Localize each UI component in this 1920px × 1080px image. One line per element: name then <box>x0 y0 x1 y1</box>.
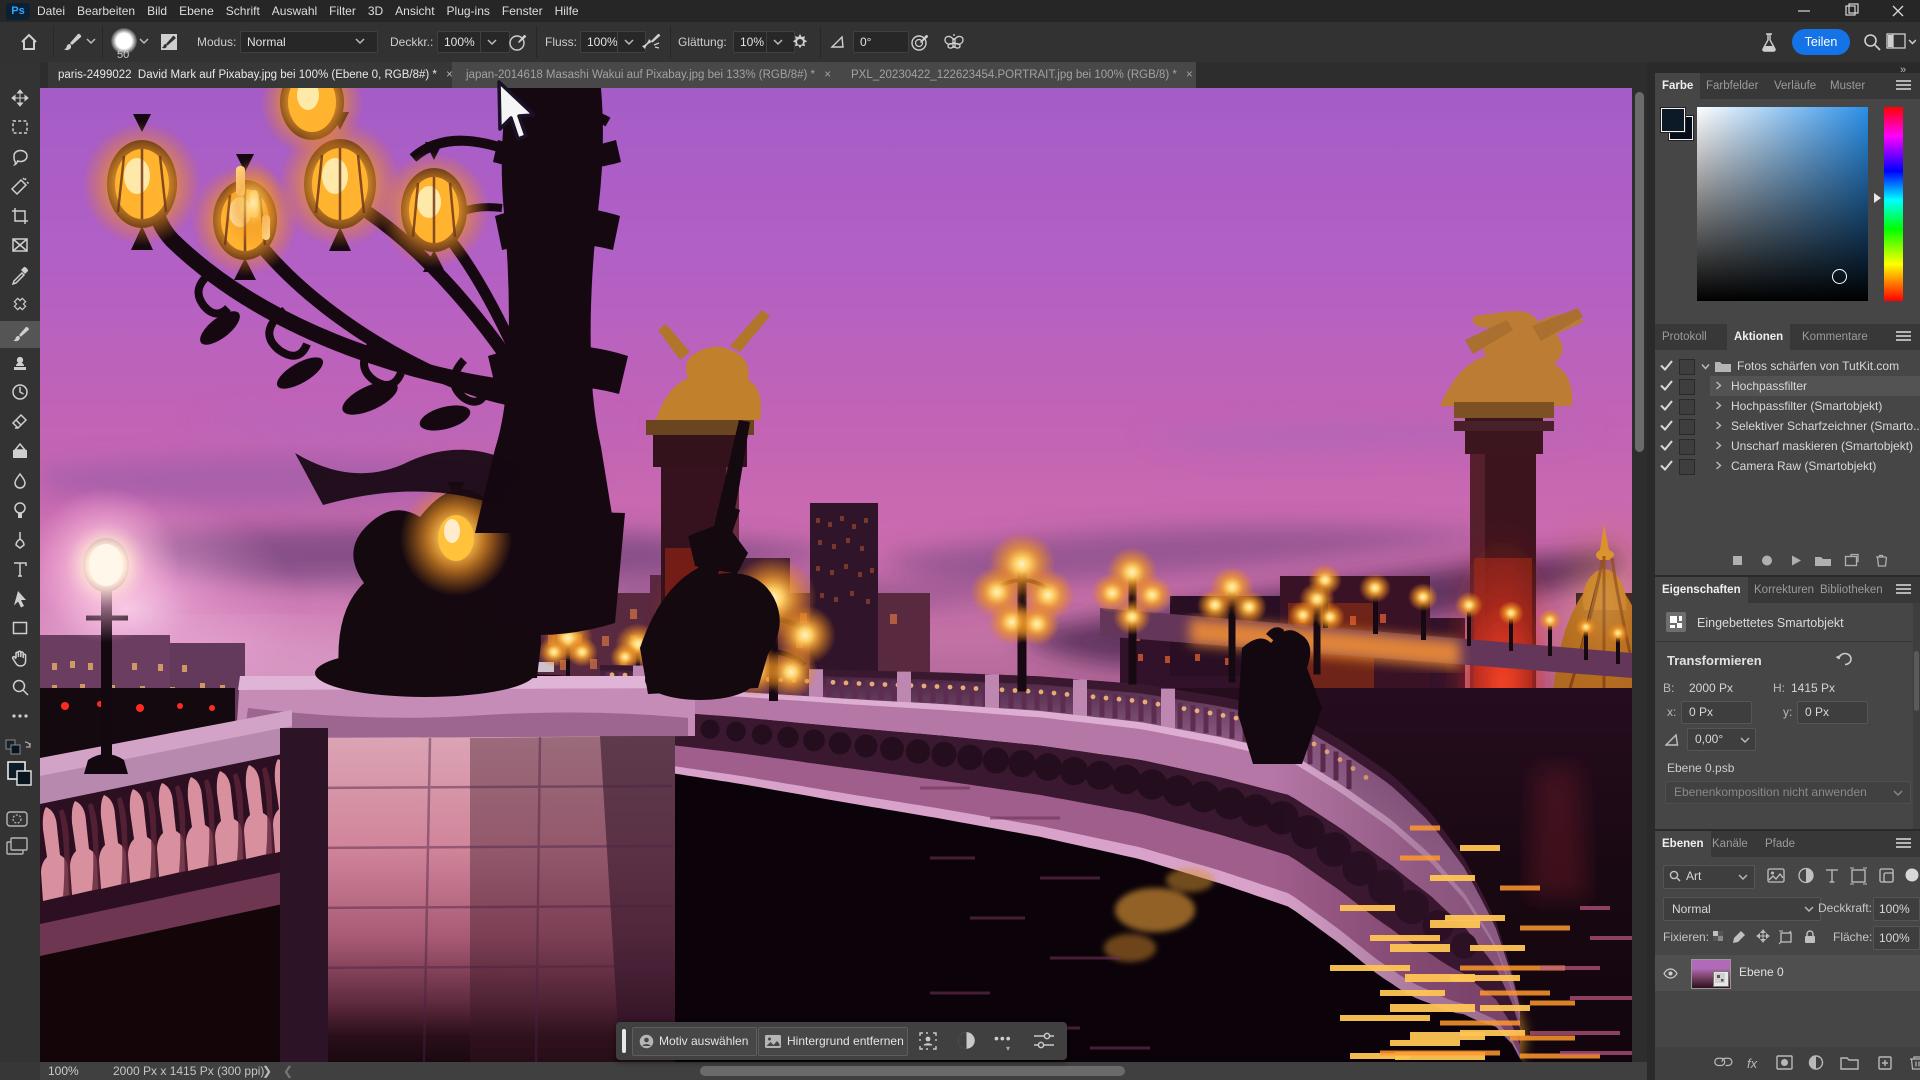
svg-text:fx: fx <box>1747 1056 1758 1071</box>
